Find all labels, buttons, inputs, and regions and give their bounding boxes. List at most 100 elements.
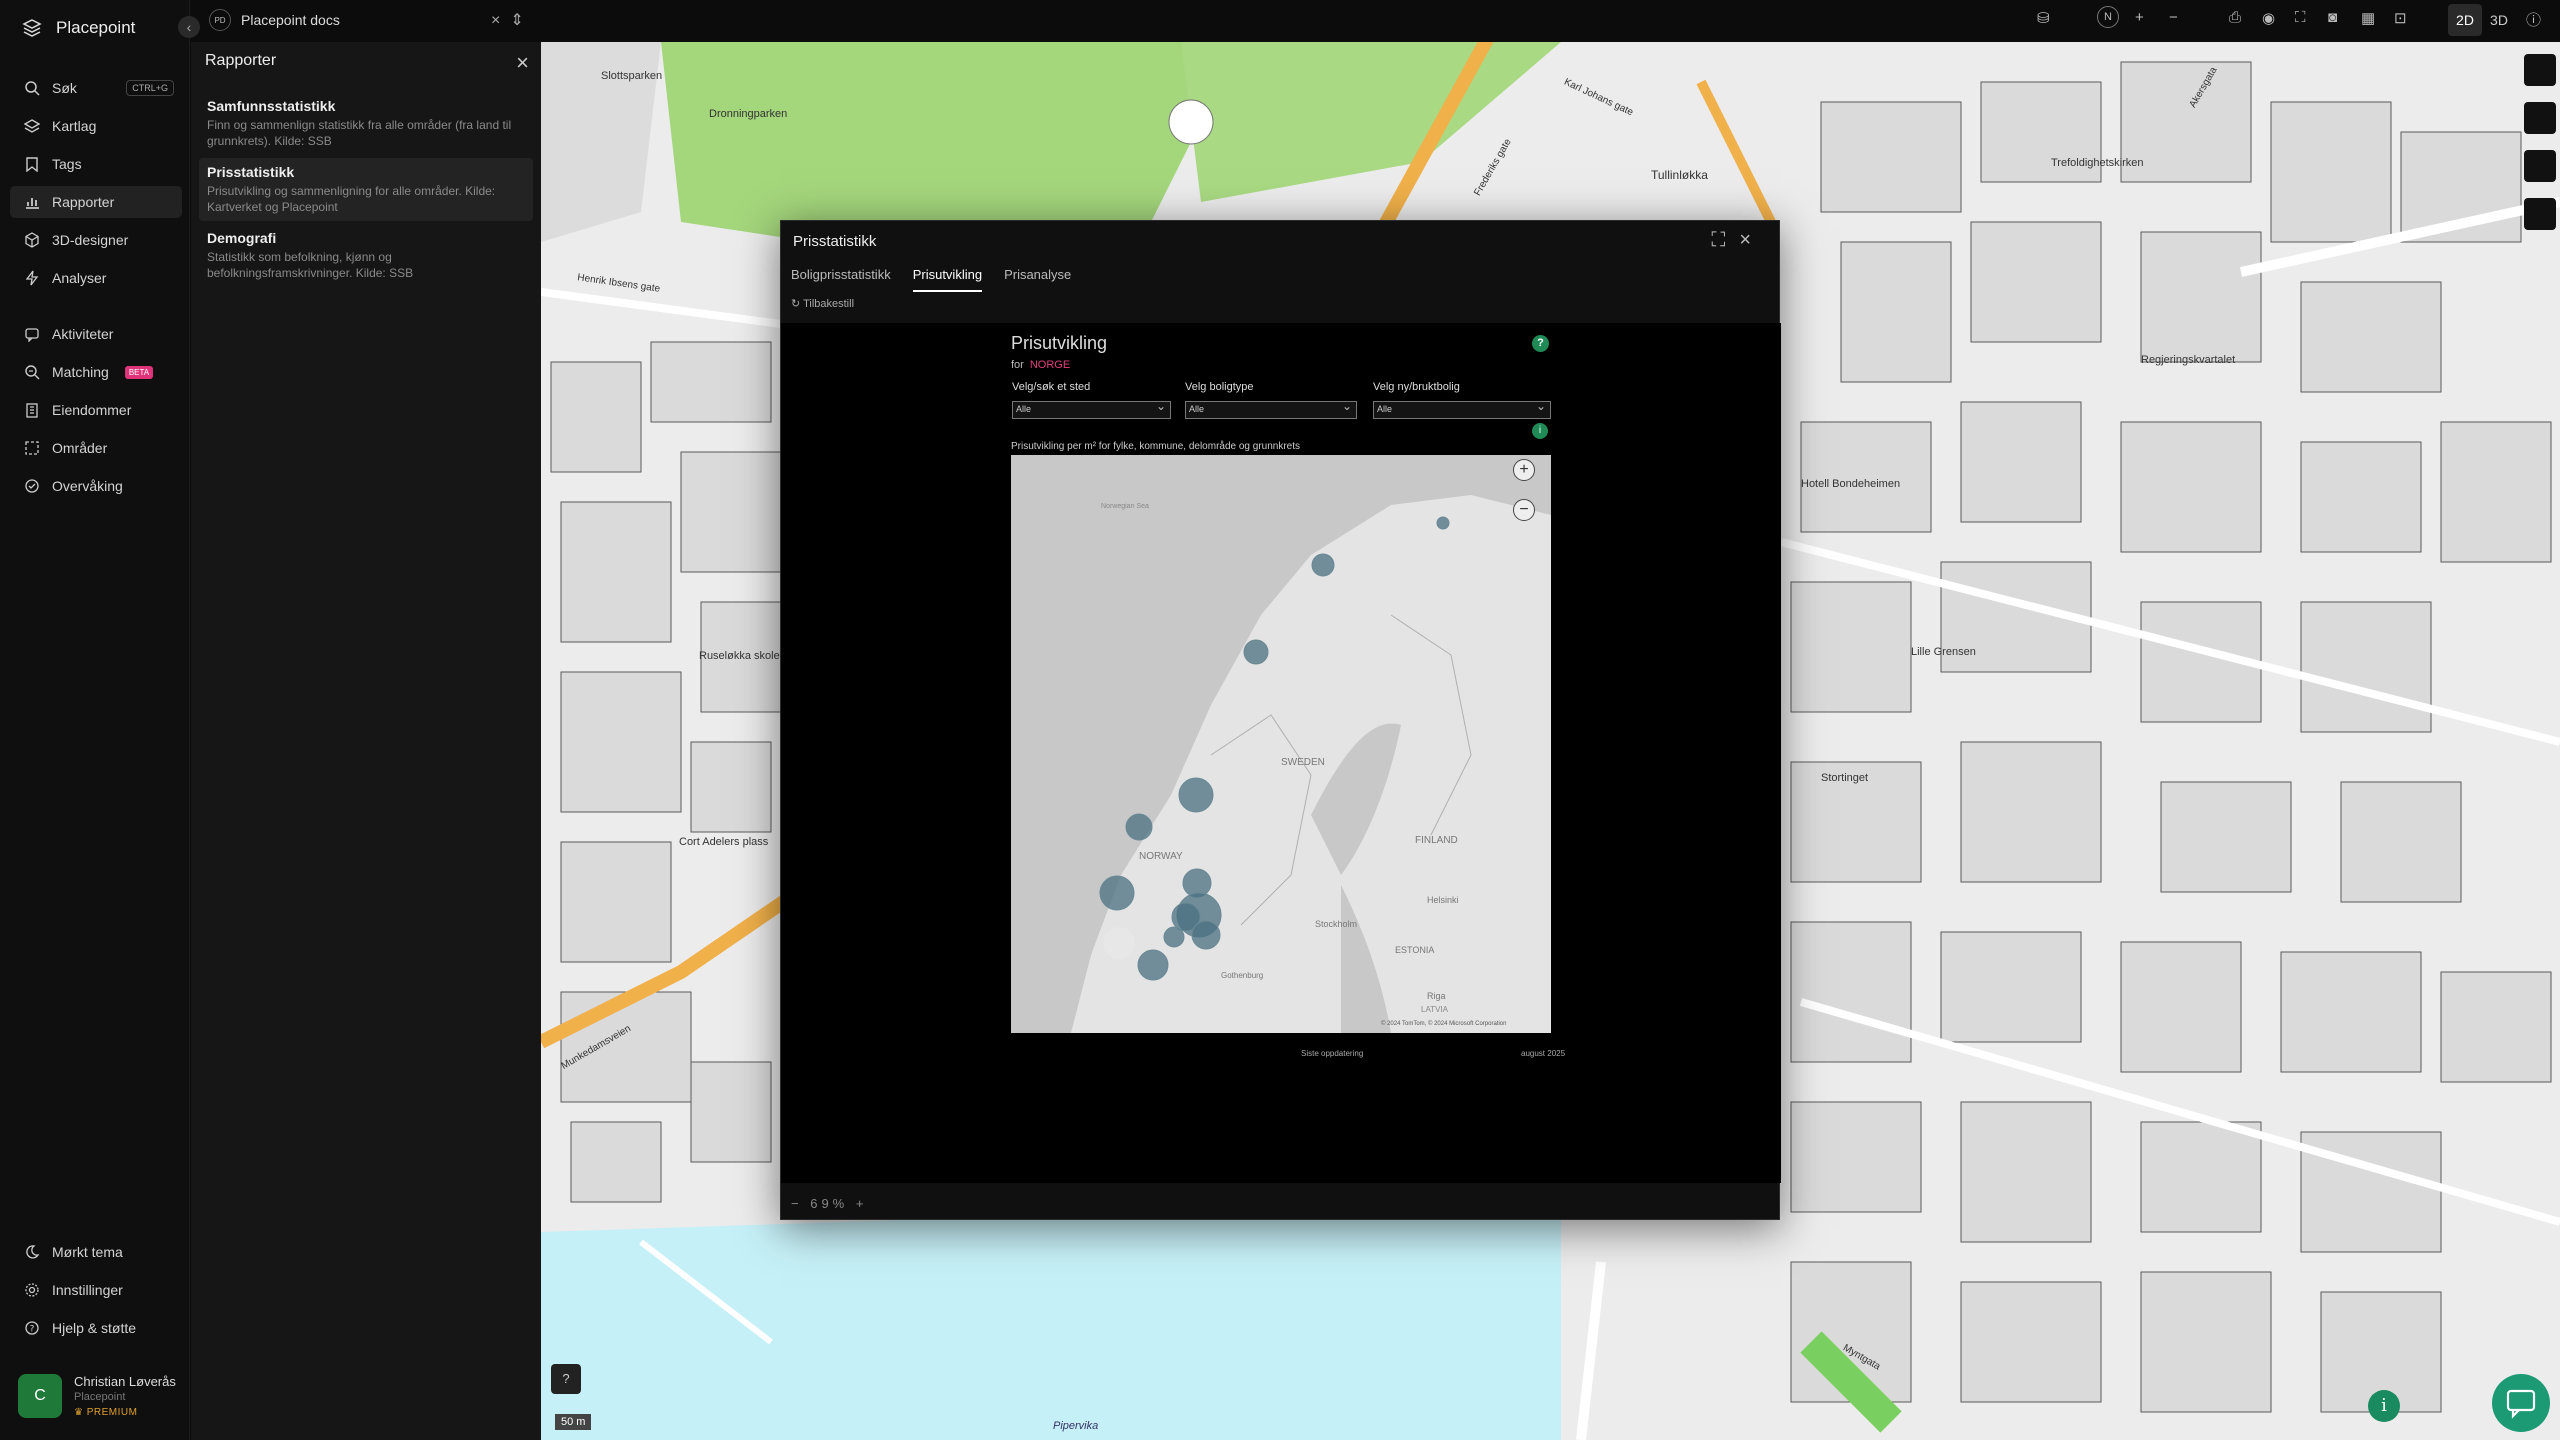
map-tool-pencil-icon[interactable] <box>2524 198 2556 230</box>
grid-icon[interactable]: ▦ <box>2361 9 2375 27</box>
nav-3d-designer-label: 3D-designer <box>52 232 129 248</box>
report-title: Prisstatistikk <box>207 164 295 180</box>
user-org: Placepoint <box>74 1391 126 1403</box>
info-icon[interactable]: ⓘ <box>2526 9 2541 30</box>
document-selector[interactable]: PD Placepoint docs <box>209 9 340 31</box>
mode-2d-button[interactable]: 2D <box>2448 4 2482 36</box>
nav-analyses-label: Analyser <box>52 270 107 286</box>
close-panel-icon[interactable]: × <box>516 50 529 76</box>
label-sea: Norwegian Sea <box>1101 503 1149 510</box>
map-label-ruselokka: Ruseløkka skole <box>699 650 780 662</box>
expand-icon[interactable]: ⛶ <box>1711 229 1739 251</box>
building-icon <box>26 403 38 418</box>
tab-prisanalyse[interactable]: Prisanalyse <box>1004 267 1071 292</box>
nav-help[interactable]: ? Hjelp & støtte <box>10 1312 182 1344</box>
nav-analyses[interactable]: Analyser <box>10 262 182 294</box>
report-item-prisstatistikk[interactable]: Prisstatistikk Prisutvikling og sammenli… <box>199 158 533 222</box>
zoom-in-button[interactable]: + <box>856 1196 868 1211</box>
collapse-sidebar-button[interactable]: ‹ <box>178 16 200 38</box>
fullscreen-icon[interactable]: ⛶ <box>2295 9 2306 26</box>
map-label-grensen: Lille Grensen <box>1911 646 1976 658</box>
user-profile[interactable]: C Christian Løverås Placepoint ♛ PREMIUM <box>18 1374 176 1418</box>
scope-label: for <box>1011 359 1024 371</box>
norway-map-canvas <box>1011 455 1551 1033</box>
nav-3d-designer[interactable]: 3D-designer <box>10 224 182 256</box>
label-finland: FINLAND <box>1415 835 1458 846</box>
map-help-button[interactable]: ? <box>551 1364 581 1394</box>
area-icon <box>25 441 39 455</box>
compass-north-button[interactable]: N <box>2097 6 2119 28</box>
close-document-icon[interactable]: × <box>491 12 510 29</box>
zoom-out-button[interactable]: − <box>791 1196 803 1211</box>
map-label-tullinlokka: Tullinløkka <box>1651 168 1708 182</box>
zoom-out-icon[interactable]: − <box>2169 9 2178 26</box>
map-label-dronningparken: Dronningparken <box>709 108 788 120</box>
report-desc: Prisutvikling og sammenligning for alle … <box>207 184 496 215</box>
map-tool-globe-icon[interactable] <box>2524 54 2556 86</box>
map-zoom-out-button[interactable]: − <box>1513 499 1535 521</box>
report-item-demografi[interactable]: Demografi Statistikk som befolkning, kjø… <box>199 224 533 287</box>
layers-stack-icon[interactable]: ⛁ <box>2037 9 2050 27</box>
bookmark-add-icon[interactable]: ⊡ <box>2394 9 2407 27</box>
nav-maplayers[interactable]: Kartlag <box>10 110 182 142</box>
nav-monitoring-label: Overvåking <box>52 478 123 494</box>
nav-areas[interactable]: Områder <box>10 432 182 464</box>
nav-activities[interactable]: Aktiviteter <box>10 318 182 350</box>
map-label-slottsparken: Slottsparken <box>601 70 663 82</box>
document-name: Placepoint docs <box>241 12 340 28</box>
monitor-circle-icon <box>25 479 39 493</box>
panel-title: Rapporter <box>205 52 277 69</box>
nav-search-label: Søk <box>52 80 77 96</box>
norway-bubble-map[interactable]: SWEDEN NORWAY FINLAND Stockholm Helsinki… <box>1011 455 1551 1033</box>
cube-icon <box>25 232 39 248</box>
reset-button[interactable]: ↻ Tilbakestill <box>791 297 854 310</box>
filter-new-select[interactable]: Alle <box>1373 399 1551 419</box>
report-desc: Statistikk som befolkning, kjønn og befo… <box>207 250 414 281</box>
filter-type-select[interactable]: Alle <box>1185 399 1357 419</box>
filter-info-icon[interactable]: i <box>1532 423 1548 439</box>
premium-badge: ♛ PREMIUM <box>74 1407 138 1418</box>
brand[interactable]: Placepoint <box>22 18 135 38</box>
modal-tabs: Boligprisstatistikk Prisutvikling Prisan… <box>791 267 1071 292</box>
scope-value: NORGE <box>1029 359 1071 371</box>
nav-settings[interactable]: Innstillinger <box>10 1274 182 1306</box>
mode-3d-button[interactable]: 3D <box>2482 4 2516 36</box>
map-zoom-in-button[interactable]: + <box>1513 459 1535 481</box>
nav-properties[interactable]: Eiendommer <box>10 394 182 426</box>
filter-place-select[interactable]: Alle <box>1012 399 1171 419</box>
document-badge: PD <box>209 9 231 31</box>
report-item-samfunnsstatistikk[interactable]: Samfunnsstatistikk Finn og sammenlign st… <box>199 92 533 155</box>
map-tool-chart-icon[interactable] <box>2524 150 2556 182</box>
prisstatistikk-modal: Prisstatistikk ⛶× Boligprisstatistikk Pr… <box>780 220 1781 1220</box>
user-name: Christian Løverås <box>74 1374 176 1389</box>
bookmark-icon <box>26 157 38 172</box>
close-modal-icon[interactable]: × <box>1739 229 1765 251</box>
camera-icon[interactable]: ◙ <box>2328 9 2337 26</box>
nav-dark-theme[interactable]: Mørkt tema <box>10 1236 182 1268</box>
chevron-updown-icon[interactable]: ⇕ <box>510 12 533 29</box>
nav-matching[interactable]: Matching BETA <box>10 356 182 388</box>
label-sweden: SWEDEN <box>1281 757 1325 768</box>
nav-search[interactable]: Søk CTRL+G <box>10 72 182 104</box>
tab-prisutvikling[interactable]: Prisutvikling <box>912 267 983 292</box>
map-info-button[interactable]: i <box>2368 1390 2400 1422</box>
print-icon[interactable]: ⎙ <box>2229 9 2241 26</box>
report-help-icon[interactable]: ? <box>1532 335 1549 352</box>
chat-button[interactable] <box>2492 1374 2550 1432</box>
nav-reports[interactable]: Rapporter <box>10 186 182 218</box>
beta-badge: BETA <box>124 365 154 379</box>
bar-chart-icon <box>26 198 39 209</box>
eye-icon[interactable]: ◉ <box>2262 9 2275 27</box>
nav-tags[interactable]: Tags <box>10 148 182 180</box>
plan-label: PREMIUM <box>86 1407 138 1418</box>
refresh-icon: ↻ <box>791 298 801 310</box>
search-icon <box>25 81 40 96</box>
document-controls: ×⇕ <box>491 10 534 30</box>
tab-boligprisstatistikk[interactable]: Boligprisstatistikk <box>791 267 891 292</box>
filter-place-label: Velg/søk et sted <box>1012 381 1091 393</box>
nav-settings-label: Innstillinger <box>52 1282 123 1298</box>
zoom-in-icon[interactable]: + <box>2135 9 2144 26</box>
nav-monitoring[interactable]: Overvåking <box>10 470 182 502</box>
map-tool-legend-icon[interactable] <box>2524 102 2556 134</box>
report-desc: Finn og sammenlign statistikk fra alle o… <box>207 118 512 149</box>
